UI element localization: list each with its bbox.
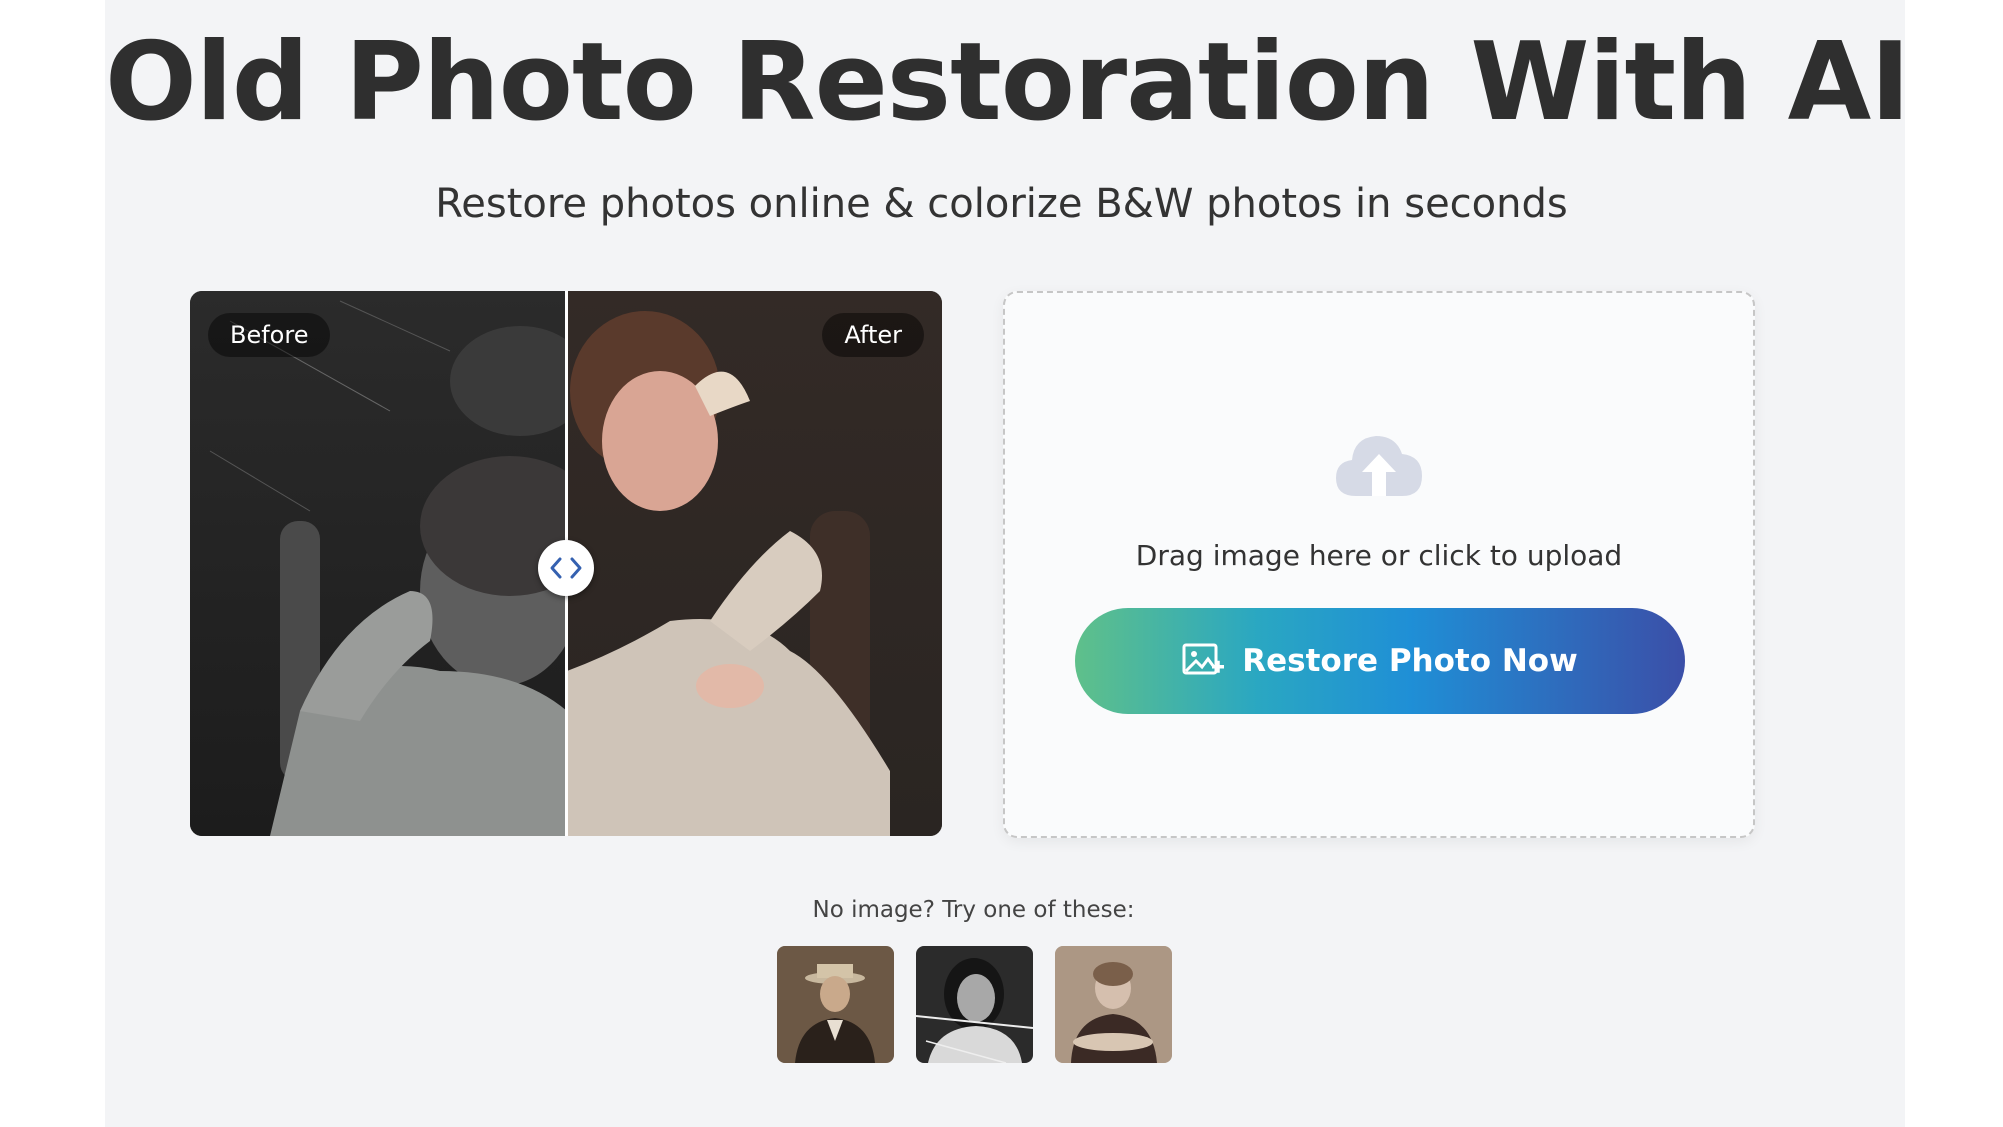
page-title: Old Photo Restoration With AI <box>105 20 1910 145</box>
restore-photo-button[interactable]: Restore Photo Now <box>1075 608 1685 714</box>
after-label: After <box>822 313 924 357</box>
slider-handle[interactable] <box>538 540 594 596</box>
sample-photos-label: No image? Try one of these: <box>812 897 1135 923</box>
sample-photo-man-hat[interactable] <box>777 946 894 1063</box>
sample-photo-woman[interactable] <box>916 946 1033 1063</box>
upload-prompt: Drag image here or click to upload <box>1135 539 1623 572</box>
add-image-icon <box>1182 643 1225 675</box>
upload-dropzone[interactable]: Drag image here or click to upload Resto… <box>1003 291 1755 838</box>
cloud-upload-icon <box>1336 436 1422 496</box>
before-label: Before <box>208 313 331 357</box>
before-after-comparison[interactable]: Before After <box>190 291 942 836</box>
restore-button-label: Restore Photo Now <box>1242 643 1578 679</box>
chevron-left-right-icon <box>550 557 582 579</box>
sample-photo-child[interactable] <box>1055 946 1172 1063</box>
page-subtitle: Restore photos online & colorize B&W pho… <box>435 181 1568 227</box>
